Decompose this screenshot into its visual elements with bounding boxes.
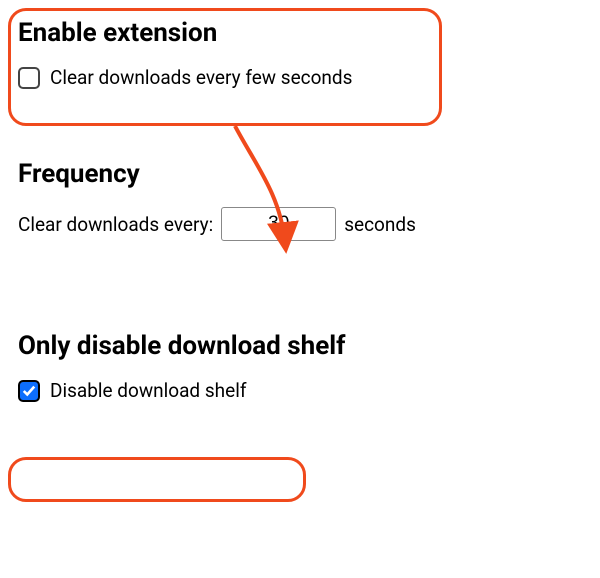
clear-downloads-checkbox[interactable] bbox=[18, 67, 40, 89]
disable-shelf-checkbox[interactable] bbox=[18, 380, 40, 402]
frequency-row: Clear downloads every: seconds bbox=[18, 207, 582, 241]
frequency-section: Frequency Clear downloads every: seconds bbox=[18, 159, 582, 241]
frequency-heading: Frequency bbox=[18, 159, 582, 189]
disable-shelf-section: Only disable download shelf Disable down… bbox=[18, 331, 582, 402]
frequency-suffix: seconds bbox=[344, 213, 416, 236]
disable-shelf-heading: Only disable download shelf bbox=[18, 331, 582, 361]
frequency-prefix: Clear downloads every: bbox=[18, 213, 213, 236]
clear-downloads-row: Clear downloads every few seconds bbox=[18, 66, 582, 89]
frequency-input[interactable] bbox=[221, 207, 336, 241]
disable-shelf-row: Disable download shelf bbox=[18, 379, 582, 402]
enable-extension-section: Enable extension Clear downloads every f… bbox=[18, 18, 582, 89]
clear-downloads-label: Clear downloads every few seconds bbox=[50, 66, 352, 89]
enable-extension-heading: Enable extension bbox=[18, 18, 582, 48]
annotation-callout-shelf bbox=[8, 457, 306, 502]
disable-shelf-label: Disable download shelf bbox=[50, 379, 246, 402]
